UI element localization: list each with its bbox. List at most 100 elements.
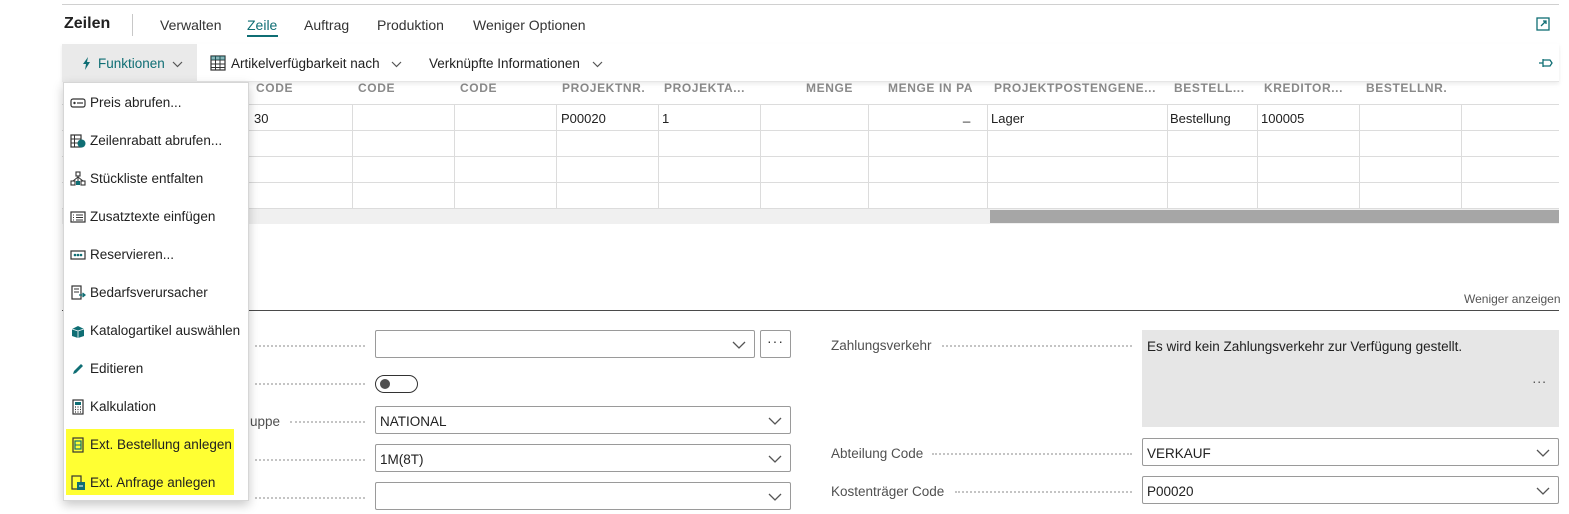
tab-zeile[interactable]: Zeile (247, 17, 277, 33)
availability-button[interactable]: Artikelverfügbarkeit nach (210, 44, 408, 82)
label-dots (932, 453, 1132, 455)
payment-more-button[interactable]: ... (1532, 370, 1547, 386)
cell-bestell[interactable]: Bestellung (1170, 111, 1231, 126)
order-tracking-icon (71, 285, 86, 300)
dropdown-field-1[interactable] (375, 330, 755, 358)
cell-code[interactable]: 30 (254, 111, 268, 126)
group-value: NATIONAL (380, 414, 447, 429)
calculator-icon (72, 399, 84, 415)
lightning-icon (83, 57, 90, 70)
menu-item-label: Reservieren... (90, 247, 175, 262)
terms-select[interactable]: 1M(8T) (375, 444, 791, 472)
label-dots (955, 491, 1132, 493)
top-tab-bar: Zeilen Verwalten Zeile Auftrag Produktio… (0, 0, 1569, 46)
grid-line (62, 130, 1559, 131)
chevron-down-icon (768, 417, 782, 425)
grid-line (987, 104, 988, 208)
grid-line (1257, 104, 1258, 208)
column-header[interactable]: MENGE IN PA (888, 81, 973, 95)
payment-text: Es wird kein Zahlungsverkehr zur Verfügu… (1147, 339, 1463, 354)
label-dots (290, 421, 365, 423)
tab-verwalten[interactable]: Verwalten (160, 17, 221, 33)
column-header[interactable]: CODE (358, 81, 395, 95)
menu-item-zusatztexte[interactable]: Zusatztexte einfügen (64, 197, 248, 235)
cell-projektpostengene[interactable]: Lager (991, 111, 1024, 126)
tab-produktion[interactable]: Produktion (377, 17, 444, 33)
edit-pencil-icon (73, 364, 83, 374)
menu-item-kalkulation[interactable]: Kalkulation (64, 387, 248, 425)
column-header[interactable]: CODE (460, 81, 497, 95)
grid-line (1167, 104, 1168, 208)
terms-value: 1M(8T) (380, 452, 424, 467)
column-header[interactable]: KREDITOR... (1264, 81, 1343, 95)
cell-kreditor[interactable]: 100005 (1261, 111, 1304, 126)
grid-line (556, 104, 557, 208)
title-separator (132, 14, 133, 36)
payment-info-box: Es wird kein Zahlungsverkehr zur Verfügu… (1142, 330, 1559, 427)
tab-weniger-optionen[interactable]: Weniger Optionen (473, 17, 586, 33)
more-options-button[interactable]: ··· (760, 330, 791, 358)
cell-projekta[interactable]: 1 (662, 111, 669, 126)
show-less-link[interactable]: Weniger anzeigen (1464, 292, 1561, 306)
price-tag-icon (70, 98, 86, 108)
grid-table-icon (210, 55, 226, 71)
menu-item-ext-anfrage[interactable]: Ext. Anfrage anlegen (64, 463, 248, 501)
menu-item-preis-abrufen[interactable]: Preis abrufen... (64, 83, 248, 121)
menu-item-editieren[interactable]: Editieren (64, 349, 248, 387)
catalog-icon (71, 326, 85, 338)
extended-text-icon (70, 211, 86, 223)
column-header[interactable]: PROJEKTA... (664, 81, 745, 95)
chevron-down-icon (592, 61, 603, 68)
related-information-button[interactable]: Verknüpfte Informationen (429, 44, 609, 82)
grid-line (62, 104, 1559, 105)
grid-line (352, 104, 353, 208)
tab-auftrag[interactable]: Auftrag (304, 17, 349, 33)
dropdown-field-2[interactable] (375, 482, 791, 510)
department-select[interactable]: VERKAUF (1142, 438, 1559, 466)
column-header[interactable]: MENGE (806, 81, 853, 95)
expand-icon[interactable] (1536, 17, 1550, 31)
label-dots (255, 497, 365, 499)
grid-line (454, 104, 455, 208)
section-divider (62, 310, 1559, 311)
menu-item-reservieren[interactable]: Reservieren... (64, 235, 248, 273)
menu-item-ext-bestellung[interactable]: Ext. Bestellung anlegen (64, 425, 248, 463)
toggle-knob (380, 378, 390, 389)
grid-line (658, 104, 659, 208)
functions-menu: Preis abrufen... Zeilenrabatt abrufen...… (63, 82, 249, 501)
menu-item-label: Stückliste entfalten (90, 171, 204, 186)
reserve-icon (70, 250, 86, 260)
menu-item-katalogartikel[interactable]: Katalogartikel auswählen (64, 311, 248, 349)
menu-item-label: Zeilenrabatt abrufen... (90, 133, 223, 148)
menu-item-label: Ext. Anfrage anlegen (90, 475, 216, 490)
cell-menge-in-pa[interactable]: _ (963, 108, 970, 123)
functions-label: Funktionen (98, 56, 165, 71)
menu-item-stueckliste[interactable]: Stückliste entfalten (64, 159, 248, 197)
horizontal-scrollbar-thumb[interactable] (990, 210, 1559, 223)
group-select[interactable]: NATIONAL (375, 406, 791, 434)
purchase-order-icon (72, 437, 84, 453)
column-header[interactable]: PROJEKTNR. (562, 81, 645, 95)
grid-line (1461, 104, 1462, 208)
menu-item-label: Bedarfsverursacher (90, 285, 208, 300)
chevron-down-icon (768, 493, 782, 501)
cost-value: P00020 (1147, 484, 1194, 499)
menu-item-label: Katalogartikel auswählen (90, 323, 241, 338)
cost-select[interactable]: P00020 (1142, 476, 1559, 504)
toggle-switch[interactable] (375, 375, 418, 393)
column-header[interactable]: BESTELLNR. (1366, 81, 1447, 95)
menu-item-zeilenrabatt[interactable]: Zeilenrabatt abrufen... (64, 121, 248, 159)
chevron-down-icon (391, 61, 402, 68)
column-header[interactable]: PROJEKTPOSTENGENE... (994, 81, 1156, 95)
chevron-down-icon (1536, 449, 1550, 457)
column-header[interactable]: BESTELL... (1174, 81, 1245, 95)
chevron-down-icon (172, 61, 183, 68)
functions-button[interactable]: Funktionen (62, 44, 197, 82)
cell-projektnr[interactable]: P00020 (561, 111, 606, 126)
menu-item-label: Zusatztexte einfügen (90, 209, 216, 224)
column-header[interactable]: CODE (256, 81, 293, 95)
menu-item-bedarfsverursacher[interactable]: Bedarfsverursacher (64, 273, 248, 311)
grid-line (62, 156, 1559, 157)
department-label: Abteilung Code (831, 446, 924, 461)
pin-icon[interactable] (1538, 56, 1554, 70)
